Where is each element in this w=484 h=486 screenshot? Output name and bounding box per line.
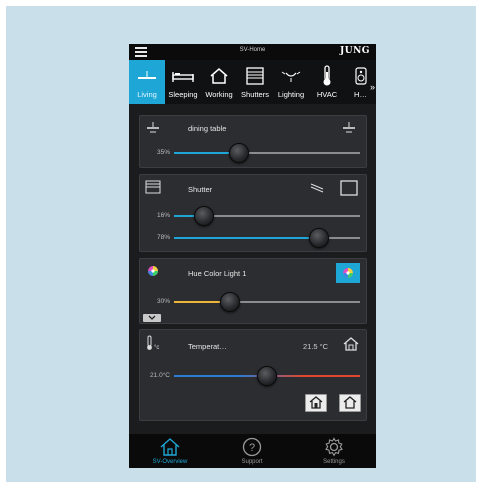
tab-sleeping[interactable]: Sleeping — [165, 60, 201, 104]
house-icon — [309, 396, 323, 409]
hue-light-card: Hue Color Light 1 30% — [139, 258, 367, 324]
tabs-scroll-right-icon[interactable]: » — [370, 82, 375, 92]
svg-text:?: ? — [249, 442, 255, 454]
color-wheel-icon — [343, 268, 353, 278]
brightness-slider[interactable] — [174, 292, 360, 312]
svg-text:°c: °c — [154, 345, 159, 351]
slider-value: 30% — [156, 298, 170, 305]
tab-label: Sleeping — [168, 90, 198, 99]
tab-label: HVAC — [316, 90, 338, 99]
gear-icon — [325, 437, 343, 457]
brightness-slider[interactable] — [174, 143, 360, 163]
slider-value: 16% — [156, 212, 170, 219]
card-title: dining table — [188, 124, 227, 133]
slider-handle[interactable] — [257, 366, 277, 386]
nav-settings[interactable]: Settings — [293, 434, 375, 468]
position-slider[interactable] — [174, 206, 360, 226]
standby-mode-button[interactable] — [339, 394, 361, 412]
temperature-card: °c Temperat… 21.5 °C 21.0°C — [139, 329, 367, 421]
nav-label: SV-Overview — [152, 459, 188, 465]
card-title: Temperat… — [188, 342, 227, 351]
card-title: Hue Color Light 1 — [188, 269, 247, 278]
tab-more[interactable]: H… » — [345, 60, 376, 104]
slider-handle[interactable] — [194, 206, 214, 226]
slider-handle[interactable] — [309, 228, 329, 248]
app-title: SV-Home — [239, 47, 266, 53]
dining-table-card: dining table 35% — [139, 115, 367, 168]
tab-shutters[interactable]: Shutters — [237, 60, 273, 104]
tab-working[interactable]: Working — [201, 60, 237, 104]
color-picker-button[interactable] — [336, 263, 360, 283]
bottom-navigation: SV-Overview ? Support Settings — [129, 434, 376, 468]
window-icon[interactable] — [340, 180, 358, 196]
expand-button[interactable] — [143, 314, 161, 322]
tab-label: Working — [205, 90, 233, 99]
house-outline-icon — [160, 438, 180, 456]
nav-label: Support — [241, 459, 263, 465]
shutter-icon — [145, 180, 161, 194]
room-tab-bar: Living Sleeping Working Shutters Lightin… — [129, 60, 376, 104]
chevron-down-icon — [148, 315, 156, 320]
house-icon — [343, 396, 357, 409]
tab-label: Lighting — [277, 90, 305, 99]
title-bar: SV-Home JUNG — [129, 44, 376, 60]
current-temperature: 21.5 °C — [303, 342, 329, 351]
house-icon — [201, 65, 237, 87]
living-light-icon — [129, 65, 165, 87]
setpoint-slider[interactable] — [174, 366, 360, 386]
background-frame: SV-Home JUNG Living Sleeping Working Shu… — [6, 6, 476, 482]
tab-living[interactable]: Living — [129, 60, 165, 104]
brand-logo: JUNG — [339, 46, 370, 56]
nav-sv-overview[interactable]: SV-Overview — [129, 434, 211, 468]
comfort-mode-button[interactable] — [305, 394, 327, 412]
tab-lighting[interactable]: Lighting — [273, 60, 309, 104]
shutter-icon — [237, 65, 273, 87]
home-mode-icon[interactable] — [343, 337, 359, 351]
nav-support[interactable]: ? Support — [211, 434, 293, 468]
slider-value: 35% — [156, 149, 170, 156]
slider-fill — [174, 237, 319, 239]
pendant-light-toggle-icon[interactable] — [342, 122, 356, 134]
ceiling-light-icon — [273, 65, 309, 87]
slat-slider[interactable] — [174, 228, 360, 248]
thermometer-icon — [309, 65, 345, 87]
slider-value: 78% — [156, 234, 170, 241]
slider-value: 21.0°C — [150, 372, 170, 379]
color-wheel-icon — [148, 266, 158, 276]
app-screen: SV-Home JUNG Living Sleeping Working Shu… — [129, 44, 376, 468]
thermometer-celsius-icon: °c — [147, 335, 159, 351]
tab-label: Living — [137, 90, 157, 99]
tab-label: Shutters — [241, 90, 269, 99]
bed-icon — [165, 65, 201, 87]
card-title: Shutter — [188, 185, 213, 194]
slider-handle[interactable] — [220, 292, 240, 312]
tab-hvac[interactable]: HVAC — [309, 60, 345, 104]
nav-label: Settings — [323, 459, 345, 465]
slat-angle-icon[interactable] — [310, 182, 324, 194]
slider-handle[interactable] — [229, 143, 249, 163]
shutter-card: Shutter 16% 78% — [139, 174, 367, 252]
question-circle-icon: ? — [242, 437, 262, 457]
pendant-light-icon — [147, 122, 159, 133]
